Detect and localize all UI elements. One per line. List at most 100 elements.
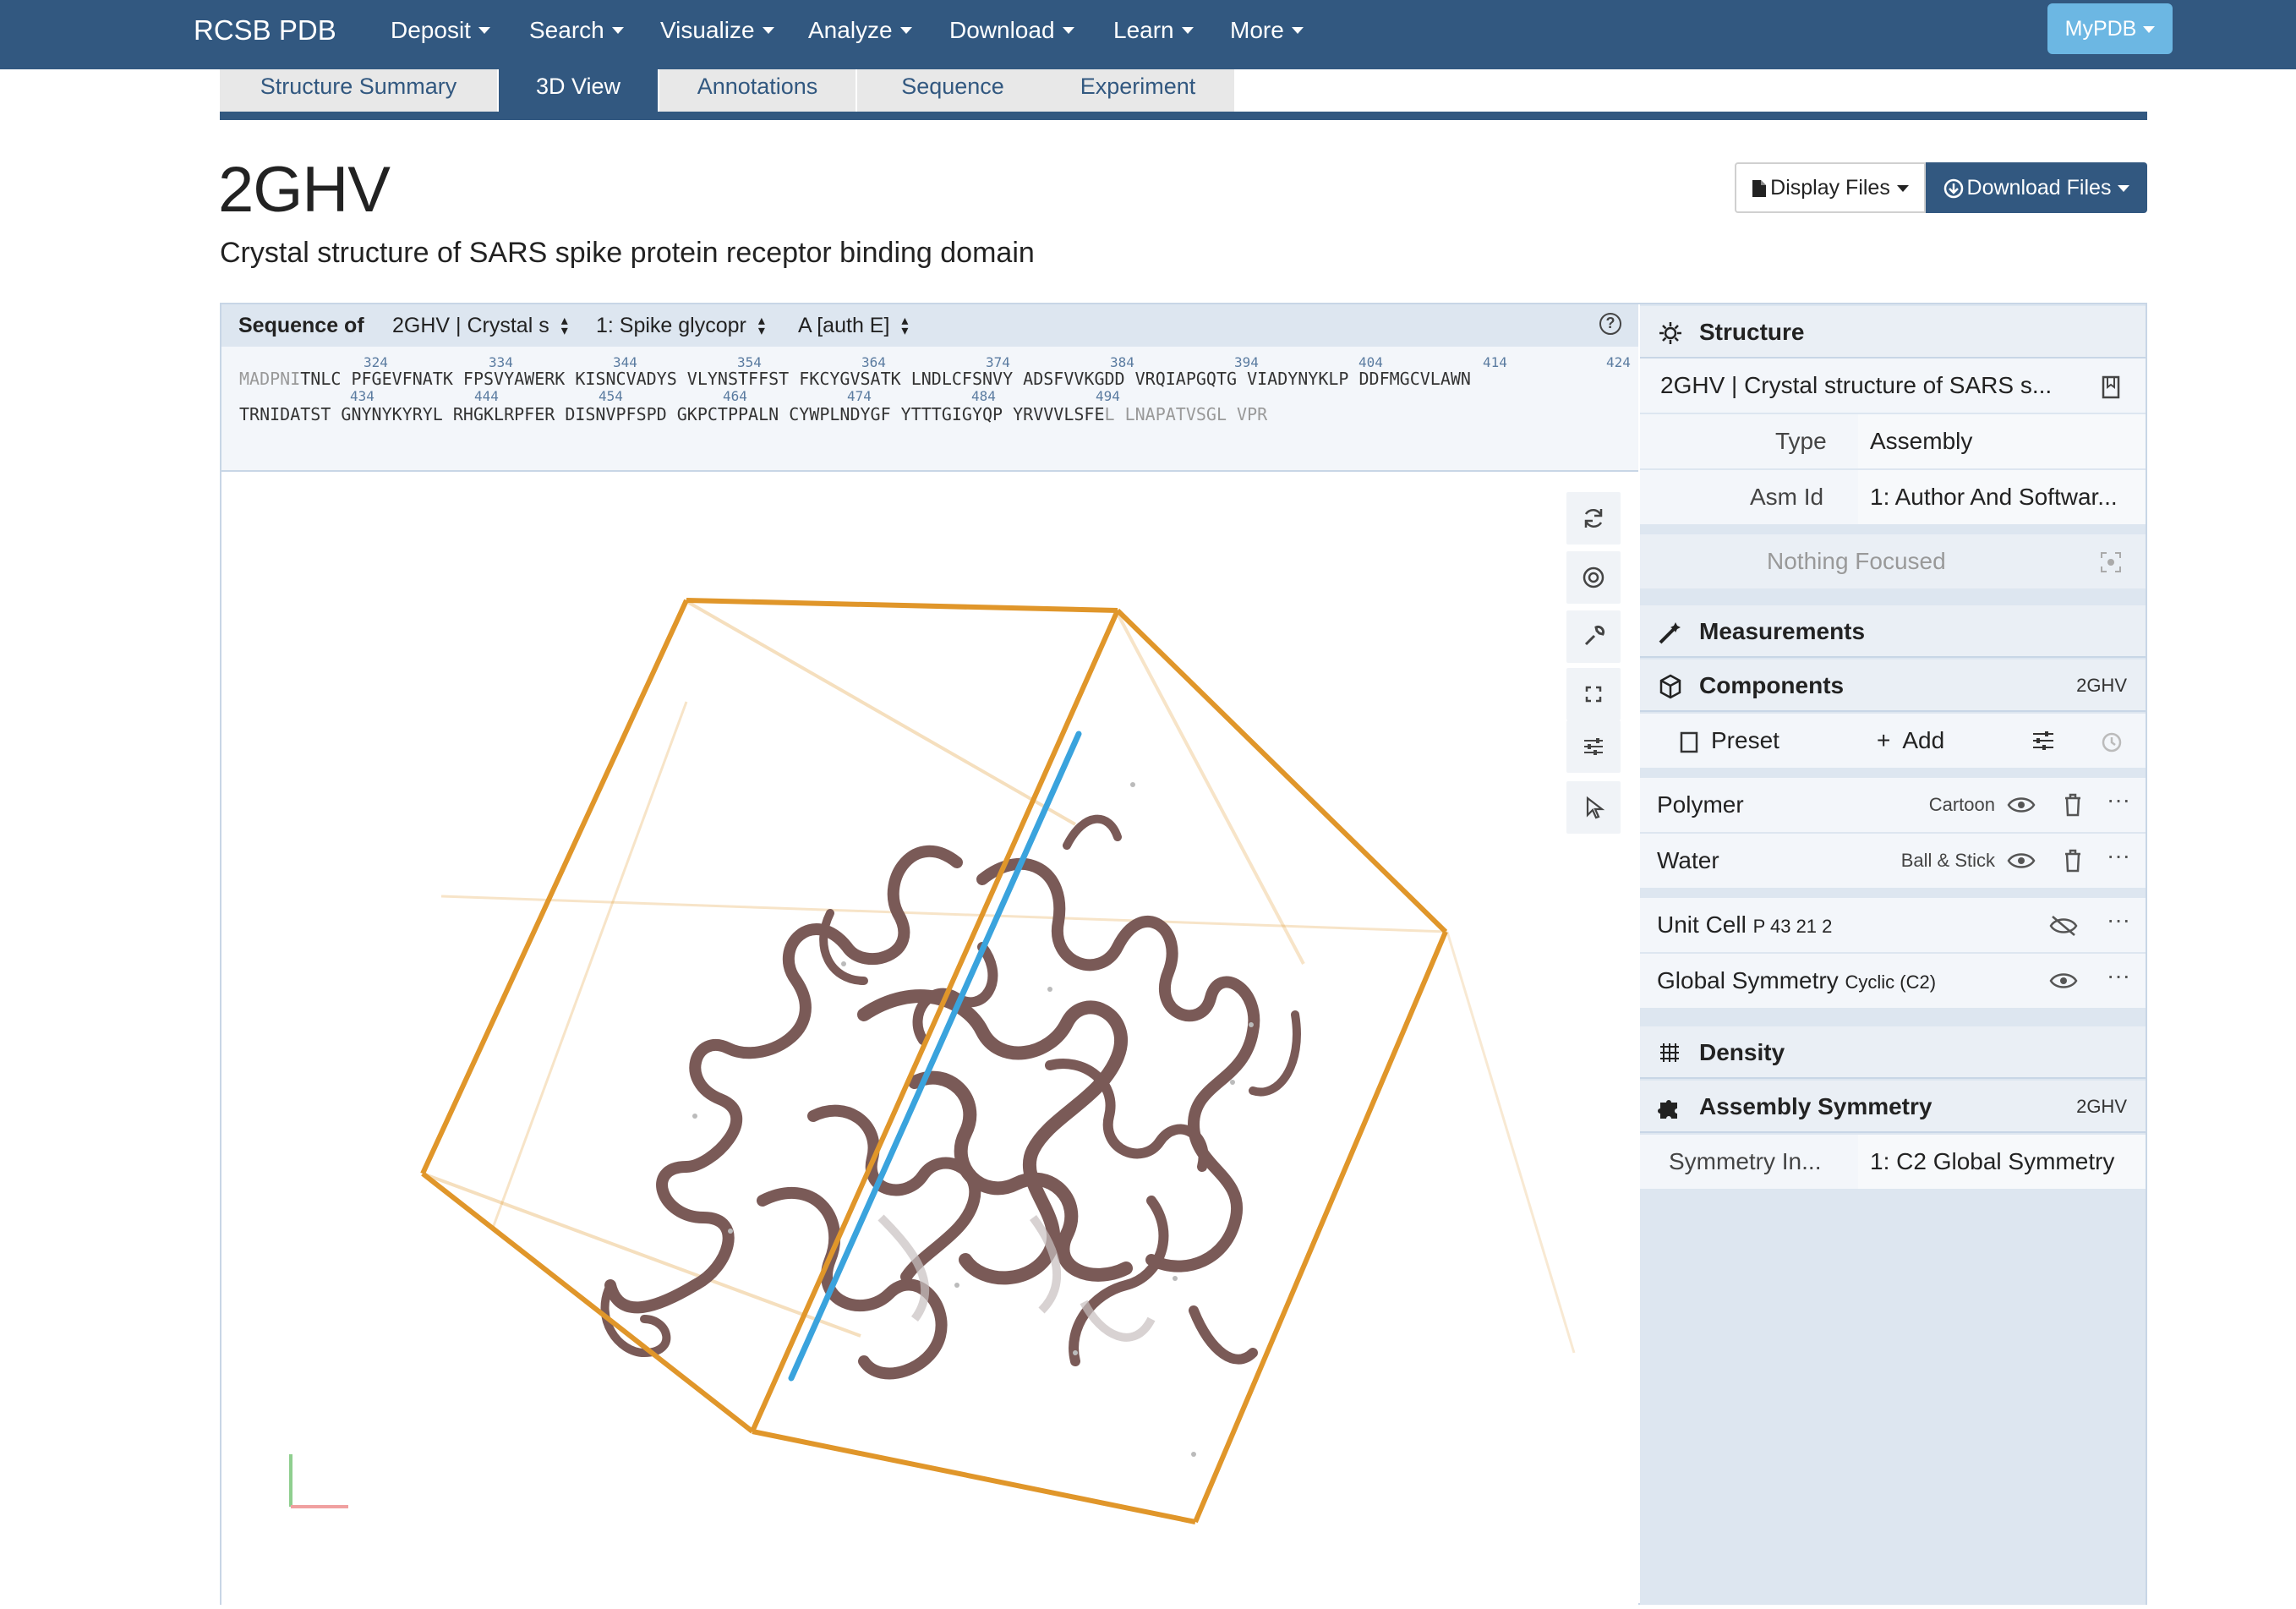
tab-annotations[interactable]: Annotations xyxy=(659,69,856,112)
ellipsis-icon[interactable]: ··· xyxy=(2107,893,2130,947)
tab-sequence[interactable]: Sequence xyxy=(857,69,1048,112)
component-row-water[interactable]: Water Ball & Stick ··· xyxy=(1640,834,2146,888)
symmetry-index-row: Symmetry In... 1: C2 Global Symmetry xyxy=(1640,1135,2146,1189)
unit-cell-edge-back xyxy=(490,701,688,1231)
pointer-icon xyxy=(1586,796,1605,819)
focus-icon[interactable] xyxy=(2100,551,2122,573)
nav-label: Visualize xyxy=(660,17,755,43)
component-row-polymer[interactable]: Polymer Cartoon ··· xyxy=(1640,778,2146,832)
help-icon[interactable]: ? xyxy=(1599,313,1621,335)
global-symmetry-row[interactable]: Global Symmetry Cyclic (C2) ··· xyxy=(1640,954,2146,1008)
mypdb-button[interactable]: MyPDB xyxy=(2047,3,2173,54)
structure-select-row[interactable]: 2GHV | Crystal structure of SARS s... xyxy=(1640,358,2146,413)
density-section-header[interactable]: Density xyxy=(1640,1026,2146,1079)
nav-label: More xyxy=(1230,17,1284,43)
nav-learn[interactable]: Learn xyxy=(1113,14,1194,47)
fullscreen-button[interactable] xyxy=(1566,668,1621,720)
global-symmetry-type: Cyclic (C2) xyxy=(1845,971,1937,993)
fullscreen-icon xyxy=(1585,686,1602,703)
tab-3d-view[interactable]: 3D View xyxy=(499,69,658,112)
history-icon[interactable] xyxy=(2100,731,2124,754)
nav-label: Learn xyxy=(1113,17,1174,43)
chain-select[interactable]: A [auth E] ▴ ▾ xyxy=(798,311,908,340)
unit-cell-label: Unit Cell xyxy=(1657,911,1747,938)
sequence-line-1[interactable]: MADPNITNLC PFGEVFNATK FPSVYAWERK KISNCVA… xyxy=(239,369,1471,389)
residue-number: 444 xyxy=(474,388,499,404)
symmetry-index-label: Symmetry In... xyxy=(1669,1148,1822,1174)
display-files-button[interactable]: Display Files xyxy=(1735,162,1926,213)
nav-analyze[interactable]: Analyze xyxy=(808,14,912,47)
type-value[interactable]: Assembly xyxy=(1858,414,2146,468)
settings-sliders-icon[interactable] xyxy=(2031,729,2056,753)
tab-experiment[interactable]: Experiment xyxy=(1041,69,1234,112)
add-label: Add xyxy=(1902,727,1945,753)
focus-row: Nothing Focused xyxy=(1640,534,2146,588)
eye-icon[interactable] xyxy=(2007,795,2036,815)
asm-id-row: Asm Id 1: Author And Softwar... xyxy=(1640,470,2146,524)
asm-id-value[interactable]: 1: Author And Softwar... xyxy=(1858,470,2146,524)
molecule-render[interactable] xyxy=(221,473,1638,1605)
assembly-symmetry-tag: 2GHV xyxy=(2076,1096,2127,1117)
plus-icon: + xyxy=(1877,727,1891,753)
nav-label: Download xyxy=(949,17,1055,43)
display-files-label: Display Files xyxy=(1770,176,1890,200)
component-representation[interactable]: Cartoon xyxy=(1894,778,1995,832)
ellipsis-icon[interactable]: ··· xyxy=(2107,829,2130,883)
eye-slash-icon[interactable] xyxy=(2049,915,2078,937)
component-representation[interactable]: Ball & Stick xyxy=(1860,834,1995,888)
cube-icon xyxy=(1659,674,1681,699)
ellipsis-icon[interactable]: ··· xyxy=(2107,773,2130,827)
trash-icon[interactable] xyxy=(2063,793,2083,817)
preset-button[interactable]: Preset xyxy=(1679,714,1779,768)
selection-mode-button[interactable] xyxy=(1566,781,1621,834)
eye-icon[interactable] xyxy=(2007,851,2036,871)
structure-name: 2GHV | Crystal structure of SARS s... xyxy=(1660,372,2053,398)
structure-section-header[interactable]: Structure xyxy=(1640,306,2146,358)
type-row: Type Assembly xyxy=(1640,414,2146,468)
focus-status: Nothing Focused xyxy=(1767,548,1946,574)
symmetry-index-value[interactable]: 1: C2 Global Symmetry xyxy=(1858,1135,2146,1189)
entity-select[interactable]: 2GHV | Crystal s ▴ ▾ xyxy=(392,311,568,340)
measurements-section-header[interactable]: Measurements xyxy=(1640,605,2146,658)
molecule-select[interactable]: 1: Spike glycopr ▴ ▾ xyxy=(596,311,765,340)
mypdb-label: MyPDB xyxy=(2064,17,2137,41)
nav-search[interactable]: Search xyxy=(529,14,624,47)
entry-tabs: Structure Summary 3D View Annotations Se… xyxy=(220,69,2147,120)
settings-button[interactable] xyxy=(1566,720,1621,773)
add-component-button[interactable]: + Add xyxy=(1877,714,1944,768)
unit-cell-row[interactable]: Unit Cell P 43 21 2 ··· xyxy=(1640,898,2146,952)
download-files-label: Download Files xyxy=(1966,176,2112,200)
screenshot-button[interactable] xyxy=(1566,551,1621,604)
caret-down-icon xyxy=(478,26,490,34)
caret-down-icon xyxy=(1181,26,1194,34)
updown-icon: ▴ ▾ xyxy=(901,314,909,339)
assembly-symmetry-section-header[interactable]: Assembly Symmetry 2GHV xyxy=(1640,1081,2146,1133)
ruler-icon xyxy=(1659,622,1681,644)
bookmark-icon[interactable] xyxy=(2100,375,2122,399)
nav-label: Search xyxy=(529,17,604,43)
settings-sliders-icon xyxy=(1584,738,1603,755)
reset-view-button[interactable] xyxy=(1566,492,1621,545)
updown-icon: ▴ ▾ xyxy=(560,314,568,339)
controls-button[interactable] xyxy=(1566,610,1621,663)
components-section-header[interactable]: Components 2GHV xyxy=(1640,659,2146,712)
nav-download[interactable]: Download xyxy=(949,14,1074,47)
screenshot-icon xyxy=(1583,566,1604,588)
trash-icon[interactable] xyxy=(2063,849,2083,873)
3d-canvas[interactable] xyxy=(221,473,1638,1605)
tab-structure-summary[interactable]: Structure Summary xyxy=(220,69,497,112)
file-icon xyxy=(1752,180,1767,198)
section-title: Structure xyxy=(1699,319,1805,345)
download-files-button[interactable]: Download Files xyxy=(1926,162,2147,213)
sequence-line-2[interactable]: TRNIDATST GNYNYKYRYL RHGKLRPFER DISNVPFS… xyxy=(239,404,1267,424)
brand-logo[interactable]: RCSB PDB xyxy=(194,14,336,47)
section-title: Components xyxy=(1699,672,1845,698)
section-title: Density xyxy=(1699,1039,1785,1065)
nav-deposit[interactable]: Deposit xyxy=(391,14,490,47)
protein-cartoon xyxy=(600,814,1301,1380)
residue-number: 484 xyxy=(971,388,996,404)
nav-visualize[interactable]: Visualize xyxy=(660,14,774,47)
nav-more[interactable]: More xyxy=(1230,14,1304,47)
ellipsis-icon[interactable]: ··· xyxy=(2107,949,2130,1003)
eye-icon[interactable] xyxy=(2049,971,2078,991)
